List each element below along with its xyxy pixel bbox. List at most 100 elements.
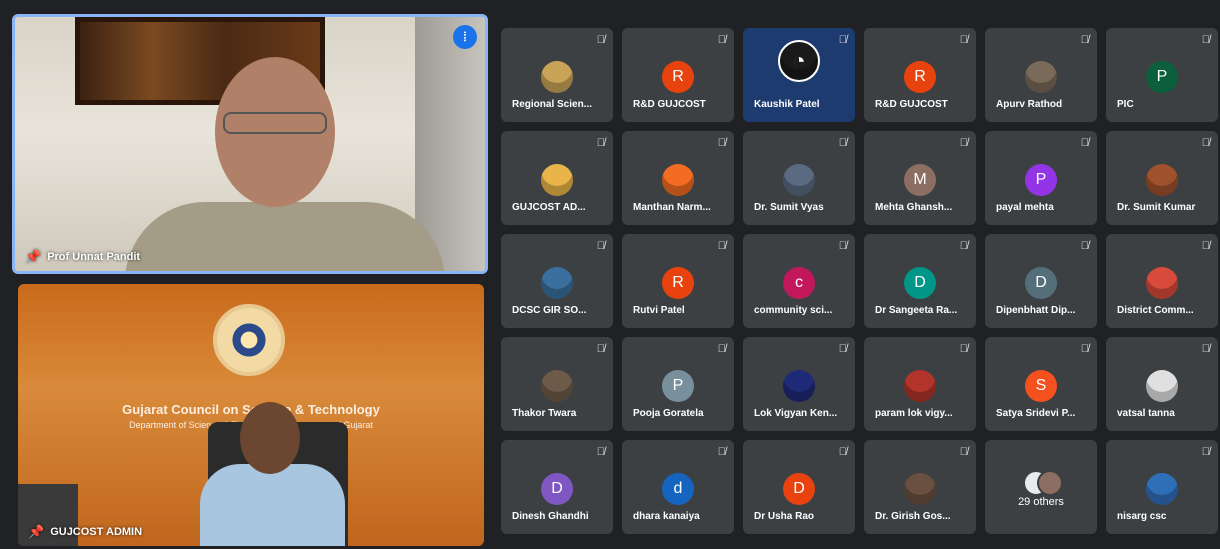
speaking-indicator-icon: ⦙ — [453, 25, 477, 49]
mic-off-icon: 🎙̸ — [717, 446, 726, 458]
avatar-letter: R — [904, 61, 936, 93]
mic-off-icon: 🎙̸ — [1080, 137, 1089, 149]
others-avatars-icon — [1023, 470, 1063, 496]
mic-off-icon: 🎙̸ — [959, 240, 968, 252]
participant-name: Regional Scien... — [512, 99, 593, 110]
mic-off-icon: 🎙̸ — [717, 137, 726, 149]
avatar-photo — [1146, 267, 1178, 299]
participant-tile[interactable]: 🎙̸ M Mehta Ghansh... — [864, 131, 976, 225]
mic-off-icon: 🎙̸ — [959, 343, 968, 355]
participant-name: Mehta Ghansh... — [875, 202, 953, 213]
participant-tile[interactable]: 🎙̸ nisarg csc — [1106, 440, 1218, 534]
participant-name: District Comm... — [1117, 305, 1194, 316]
participant-tile[interactable]: 🎙̸ Manthan Narm... — [622, 131, 734, 225]
avatar-photo — [1146, 473, 1178, 505]
avatar-letter: P — [1146, 61, 1178, 93]
mic-off-icon: 🎙̸ — [1201, 34, 1210, 46]
participant-tile[interactable]: 🎙̸ c community sci... — [743, 234, 855, 328]
participant-name: Dinesh Ghandhi — [512, 511, 589, 522]
participant-tile[interactable]: 29 others — [985, 440, 1097, 534]
participant-name: Dr. Sumit Vyas — [754, 202, 824, 213]
mic-off-icon: 🎙̸ — [1201, 240, 1210, 252]
participant-tile[interactable]: 🎙̸ Ppayal mehta — [985, 131, 1097, 225]
mic-off-icon: 🎙̸ — [596, 343, 605, 355]
participant-name: R&D GUJCOST — [633, 99, 706, 110]
participant-tile[interactable]: 🎙̸ ◔ Kaushik Patel — [743, 28, 855, 122]
participant-name: community sci... — [754, 305, 833, 316]
participant-name: Apurv Rathod — [996, 99, 1063, 110]
participant-tile[interactable]: 🎙̸ D Dr Sangeeta Ra... — [864, 234, 976, 328]
participant-tile[interactable]: 🎙̸ vatsal tanna — [1106, 337, 1218, 431]
participant-name: param lok vigy... — [875, 408, 953, 419]
participant-name: Lok Vigyan Ken... — [754, 408, 838, 419]
avatar-letter: c — [783, 267, 815, 299]
avatar-photo — [1146, 164, 1178, 196]
avatar-photo — [541, 61, 573, 93]
participant-name: DCSC GIR SO... — [512, 305, 587, 316]
participant-tile[interactable]: 🎙̸ Lok Vigyan Ken... — [743, 337, 855, 431]
participant-tile[interactable]: 🎙̸ District Comm... — [1106, 234, 1218, 328]
participant-name: GUJCOST AD... — [512, 202, 586, 213]
participant-name: vatsal tanna — [1117, 408, 1175, 419]
participant-tile[interactable]: 🎙̸ P Pooja Goratela — [622, 337, 734, 431]
participant-tile[interactable]: 🎙̸ D Dinesh Ghandhi — [501, 440, 613, 534]
participant-tile[interactable]: 🎙̸ S Satya Sridevi P... — [985, 337, 1097, 431]
mic-off-icon: 🎙̸ — [959, 34, 968, 46]
participant-grid: 🎙̸ Regional Scien... 🎙̸ R R&D GUJCOST 🎙̸ ◔ Kaus… — [501, 28, 1218, 536]
participant-tile[interactable]: 🎙̸ D Dipenbhatt Dip... — [985, 234, 1097, 328]
avatar-letter: D — [904, 267, 936, 299]
mic-off-icon: 🎙̸ — [596, 446, 605, 458]
mic-off-icon: 🎙̸ — [838, 343, 847, 355]
participant-name: Pooja Goratela — [633, 408, 704, 419]
participant-name: payal mehta — [996, 202, 1054, 213]
participant-tile[interactable]: 🎙̸ D Dr Usha Rao — [743, 440, 855, 534]
speaker-name-label: 📌 Prof Unnat Pandit — [25, 249, 140, 265]
participant-name: PIC — [1117, 99, 1134, 110]
mic-off-icon: 🎙̸ — [838, 137, 847, 149]
participant-name: Satya Sridevi P... — [996, 408, 1076, 419]
avatar-photo — [662, 164, 694, 196]
participant-tile[interactable]: 🎙̸ P PIC — [1106, 28, 1218, 122]
participant-tile[interactable]: 🎙̸ R Rutvi Patel — [622, 234, 734, 328]
participant-tile[interactable]: 🎙̸ Dr. Sumit Vyas — [743, 131, 855, 225]
participant-tile[interactable]: 🎙̸ R R&D GUJCOST — [622, 28, 734, 122]
pin-icon[interactable]: 📌 — [25, 249, 41, 265]
avatar-photo — [541, 164, 573, 196]
admin-name: GUJCOST ADMIN — [50, 526, 143, 538]
pin-icon[interactable]: 📌 — [28, 524, 44, 540]
mic-off-icon: 🎙̸ — [1080, 34, 1089, 46]
avatar-letter: D — [541, 473, 573, 505]
admin-body — [200, 464, 345, 546]
participant-tile[interactable]: 🎙̸ Apurv Rathod — [985, 28, 1097, 122]
avatar-photo — [904, 473, 936, 505]
mic-off-icon: 🎙̸ — [1080, 343, 1089, 355]
mic-off-icon: 🎙̸ — [1201, 343, 1210, 355]
mic-off-icon: 🎙̸ — [717, 343, 726, 355]
participant-tile[interactable]: 🎙̸ DCSC GIR SO... — [501, 234, 613, 328]
avatar-letter: P — [1025, 164, 1057, 196]
main-speaker-video[interactable]: ⦙ 📌 Prof Unnat Pandit — [12, 14, 488, 274]
participant-tile[interactable]: 🎙̸ R R&D GUJCOST — [864, 28, 976, 122]
avatar-photo — [1146, 370, 1178, 402]
admin-name-label: 📌 GUJCOST ADMIN — [28, 524, 142, 540]
participant-tile[interactable]: 🎙̸ Thakor Twara — [501, 337, 613, 431]
participant-tile[interactable]: 🎙̸ param lok vigy... — [864, 337, 976, 431]
mic-off-icon: 🎙̸ — [838, 446, 847, 458]
speaker-body — [125, 202, 445, 271]
participant-tile[interactable]: 🎙̸ Regional Scien... — [501, 28, 613, 122]
admin-video[interactable]: Gujarat Council on Science & Technology … — [18, 284, 484, 546]
avatar-letter: D — [783, 473, 815, 505]
participant-name: R&D GUJCOST — [875, 99, 948, 110]
participant-tile[interactable]: 🎙̸ Dr. Girish Gos... — [864, 440, 976, 534]
participant-tile[interactable]: 🎙̸ d dhara kanaiya — [622, 440, 734, 534]
participant-name: Dipenbhatt Dip... — [996, 305, 1076, 316]
mic-off-icon: 🎙̸ — [596, 34, 605, 46]
participant-tile[interactable]: 🎙̸ GUJCOST AD... — [501, 131, 613, 225]
participant-name: Dr. Girish Gos... — [875, 511, 951, 522]
mic-off-icon: 🎙̸ — [717, 34, 726, 46]
avatar-photo — [541, 267, 573, 299]
participant-tile[interactable]: 🎙̸ Dr. Sumit Kumar — [1106, 131, 1218, 225]
participant-name: dhara kanaiya — [633, 511, 700, 522]
participant-name: Rutvi Patel — [633, 305, 685, 316]
avatar-letter: M — [904, 164, 936, 196]
